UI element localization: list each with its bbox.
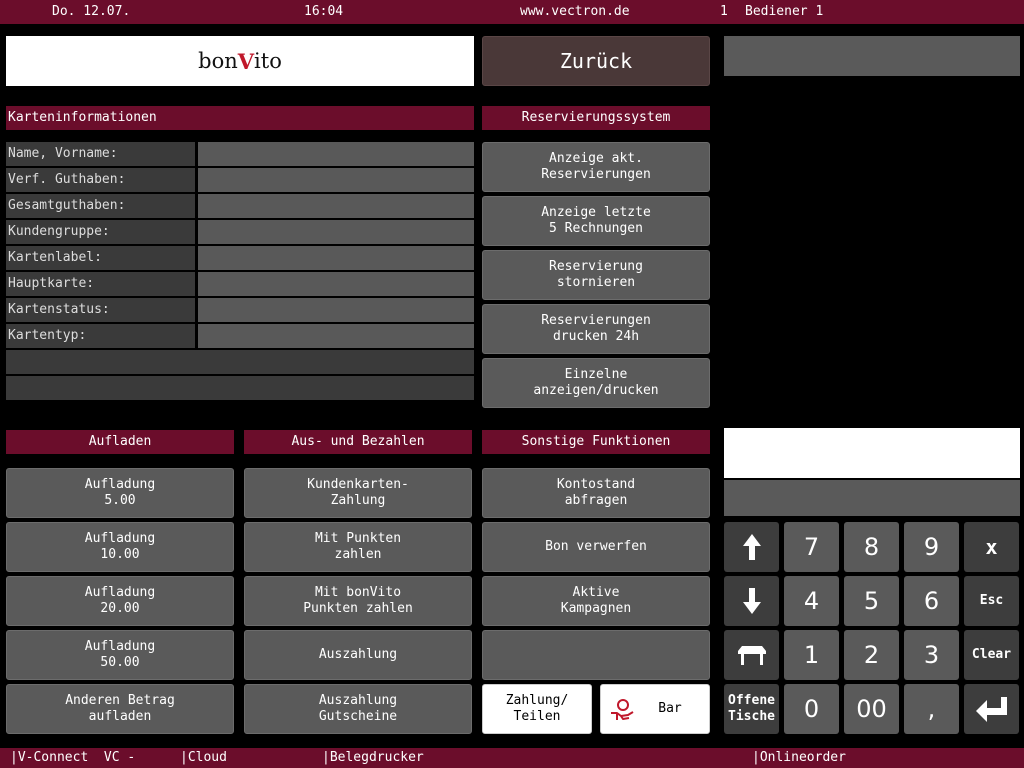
logo-text-accent: V — [237, 48, 255, 74]
key-00[interactable]: 00 — [844, 684, 899, 734]
table-button[interactable] — [724, 630, 779, 680]
pay-with-bonvito-points-button[interactable]: Mit bonVito Punkten zahlen — [244, 576, 472, 626]
logo-text-left: bon — [198, 49, 238, 73]
card-info-value — [198, 298, 474, 322]
date-label: Do. 12.07. — [52, 4, 131, 19]
operator-number: 1 — [720, 4, 728, 19]
topup-10-button[interactable]: Aufladung 10.00 — [6, 522, 234, 572]
key-comma[interactable]: , — [904, 684, 959, 734]
payout-vouchers-button[interactable]: Auszahlung Gutscheine — [244, 684, 472, 734]
show-print-single-button[interactable]: Einzelne anzeigen/drucken — [482, 358, 710, 408]
key-1[interactable]: 1 — [784, 630, 839, 680]
card-info-label: Kartenlabel: — [6, 246, 195, 270]
cancel-reservation-button[interactable]: Reservierung stornieren — [482, 250, 710, 300]
key-3[interactable]: 3 — [904, 630, 959, 680]
key-4[interactable]: 4 — [784, 576, 839, 626]
empty-function-button[interactable] — [482, 630, 710, 680]
arrow-down-button[interactable] — [724, 576, 779, 626]
card-info-value — [198, 246, 474, 270]
clear-button[interactable]: Clear — [964, 630, 1019, 680]
cash-label: Bar — [658, 701, 682, 716]
card-info-value — [198, 194, 474, 218]
customer-card-payment-button[interactable]: Kundenkarten- Zahlung — [244, 468, 472, 518]
card-info-value — [198, 168, 474, 192]
cash-hand-icon — [611, 699, 634, 720]
escape-button[interactable]: Esc — [964, 576, 1019, 626]
topup-other-amount-button[interactable]: Anderen Betrag aufladen — [6, 684, 234, 734]
time-label: 16:04 — [304, 4, 344, 19]
card-info-label: Hauptkarte: — [6, 272, 195, 296]
reservation-header: Reservierungssystem — [482, 106, 710, 130]
key-2[interactable]: 2 — [844, 630, 899, 680]
card-info-header: Karteninformationen — [6, 106, 474, 130]
key-5[interactable]: 5 — [844, 576, 899, 626]
logo-text-right: ito — [254, 49, 282, 73]
url-label: www.vectron.de — [520, 4, 630, 19]
bonvito-logo: bon Vito — [6, 36, 474, 86]
enter-icon — [975, 697, 1007, 722]
card-info-value — [198, 220, 474, 244]
print-reservations-button[interactable]: Reservierungen drucken 24h — [482, 304, 710, 354]
payment-split-button[interactable]: Zahlung/ Teilen — [482, 684, 592, 734]
card-info-label: Gesamtguthaben: — [6, 194, 195, 218]
top-status-bar: Do. 12.07. 16:04 www.vectron.de 1 Bedien… — [0, 0, 1024, 24]
discard-receipt-button[interactable]: Bon verwerfen — [482, 522, 710, 572]
onlineorder-status: |Onlineorder — [752, 750, 846, 765]
cash-button[interactable]: Bar — [600, 684, 710, 734]
input-display — [724, 428, 1020, 478]
card-info-extra-row-2 — [6, 376, 474, 400]
printer-status: |Belegdrucker — [322, 750, 424, 765]
active-campaigns-button[interactable]: Aktive Kampagnen — [482, 576, 710, 626]
topup-5-button[interactable]: Aufladung 5.00 — [6, 468, 234, 518]
pay-with-points-button[interactable]: Mit Punkten zahlen — [244, 522, 472, 572]
bottom-status-bar: |V-Connect VC - |Cloud |Belegdrucker |On… — [0, 748, 1024, 768]
card-info-value — [198, 142, 474, 166]
back-button[interactable]: Zurück — [482, 36, 710, 86]
arrow-up-icon — [742, 534, 761, 560]
card-info-label: Name, Vorname: — [6, 142, 195, 166]
card-info-label: Kartentyp: — [6, 324, 195, 348]
key-8[interactable]: 8 — [844, 522, 899, 572]
key-7[interactable]: 7 — [784, 522, 839, 572]
arrow-up-button[interactable] — [724, 522, 779, 572]
multiply-button[interactable]: x — [964, 522, 1019, 572]
card-info-label: Verf. Guthaben: — [6, 168, 195, 192]
operator-name: Bediener 1 — [745, 4, 824, 19]
key-0[interactable]: 0 — [784, 684, 839, 734]
key-6[interactable]: 6 — [904, 576, 959, 626]
topup-header: Aufladen — [6, 430, 234, 454]
table-icon — [737, 646, 766, 665]
show-current-reservations-button[interactable]: Anzeige akt. Reservierungen — [482, 142, 710, 192]
cloud-status: |Cloud — [180, 750, 227, 765]
other-functions-header: Sonstige Funktionen — [482, 430, 710, 454]
open-tables-button[interactable]: Offene Tische — [724, 684, 779, 734]
enter-button[interactable] — [964, 684, 1019, 734]
secondary-display — [724, 480, 1020, 516]
check-balance-button[interactable]: Kontostand abfragen — [482, 468, 710, 518]
card-info-label: Kartenstatus: — [6, 298, 195, 322]
vconnect-status: |V-Connect VC - — [10, 750, 136, 765]
key-9[interactable]: 9 — [904, 522, 959, 572]
topup-50-button[interactable]: Aufladung 50.00 — [6, 630, 234, 680]
card-info-value — [198, 272, 474, 296]
topup-20-button[interactable]: Aufladung 20.00 — [6, 576, 234, 626]
show-last-invoices-button[interactable]: Anzeige letzte 5 Rechnungen — [482, 196, 710, 246]
arrow-down-icon — [742, 588, 761, 614]
display-panel — [724, 36, 1020, 76]
payout-button[interactable]: Auszahlung — [244, 630, 472, 680]
payout-header: Aus- und Bezahlen — [244, 430, 472, 454]
card-info-value — [198, 324, 474, 348]
card-info-label: Kundengruppe: — [6, 220, 195, 244]
card-info-extra-row-1 — [6, 350, 474, 374]
